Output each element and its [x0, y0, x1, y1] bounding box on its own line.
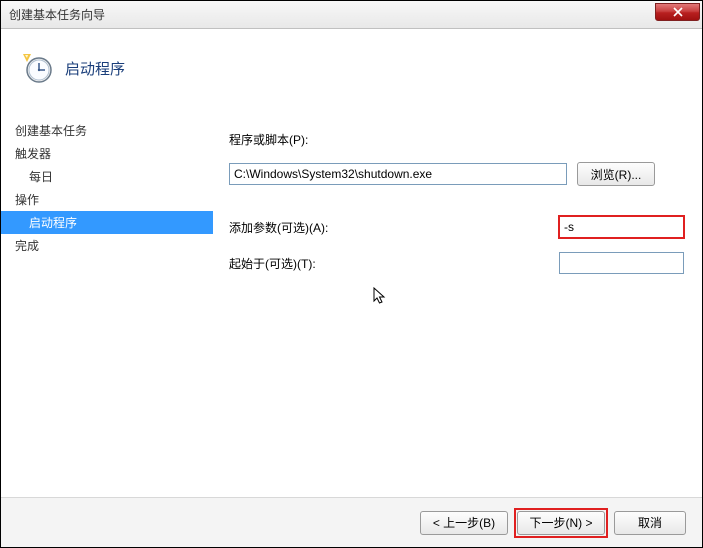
- wizard-sidebar: 创建基本任务 触发器 每日 操作 启动程序 完成: [1, 107, 213, 497]
- next-button[interactable]: 下一步(N) >: [517, 511, 605, 535]
- wizard-body: 创建基本任务 触发器 每日 操作 启动程序 完成 程序或脚本(P): 浏览(R)…: [1, 107, 702, 497]
- wizard-main: 程序或脚本(P): 浏览(R)... 添加参数(可选)(A): 起始于(可选)(…: [213, 107, 702, 497]
- sidebar-item-action[interactable]: 操作: [1, 188, 213, 211]
- sidebar-item-daily[interactable]: 每日: [1, 165, 213, 188]
- args-row: 添加参数(可选)(A):: [229, 194, 684, 238]
- browse-button[interactable]: 浏览(R)...: [577, 162, 655, 186]
- wizard-footer: < 上一步(B) 下一步(N) > 取消: [1, 497, 702, 547]
- program-label-row: 程序或脚本(P):: [229, 131, 684, 148]
- back-button[interactable]: < 上一步(B): [420, 511, 508, 535]
- startin-input[interactable]: [559, 252, 684, 274]
- titlebar: 创建基本任务向导: [1, 1, 702, 29]
- cursor-icon: [373, 287, 389, 307]
- sidebar-item-finish[interactable]: 完成: [1, 234, 213, 257]
- close-button[interactable]: [655, 3, 700, 21]
- clock-icon: [21, 52, 53, 84]
- window-title: 创建基本任务向导: [9, 6, 105, 23]
- cancel-button[interactable]: 取消: [614, 511, 686, 535]
- args-input[interactable]: [559, 216, 684, 238]
- sidebar-item-start-program[interactable]: 启动程序: [1, 211, 213, 234]
- wizard-header: 启动程序: [1, 29, 702, 107]
- program-label: 程序或脚本(P):: [229, 131, 429, 148]
- next-highlight: 下一步(N) >: [514, 508, 608, 538]
- sidebar-item-create-task[interactable]: 创建基本任务: [1, 119, 213, 142]
- sidebar-item-trigger[interactable]: 触发器: [1, 142, 213, 165]
- args-input-wrap: [429, 216, 684, 238]
- page-title: 启动程序: [65, 58, 125, 79]
- close-icon: [673, 7, 683, 17]
- args-label: 添加参数(可选)(A):: [229, 219, 429, 236]
- startin-input-wrap: [429, 252, 684, 274]
- wizard-content: 启动程序 创建基本任务 触发器 每日 操作 启动程序 完成 程序或脚本(P): …: [1, 29, 702, 547]
- startin-label: 起始于(可选)(T):: [229, 255, 429, 272]
- program-input-row: 浏览(R)...: [229, 156, 684, 186]
- startin-row: 起始于(可选)(T):: [229, 246, 684, 274]
- program-input[interactable]: [229, 163, 567, 185]
